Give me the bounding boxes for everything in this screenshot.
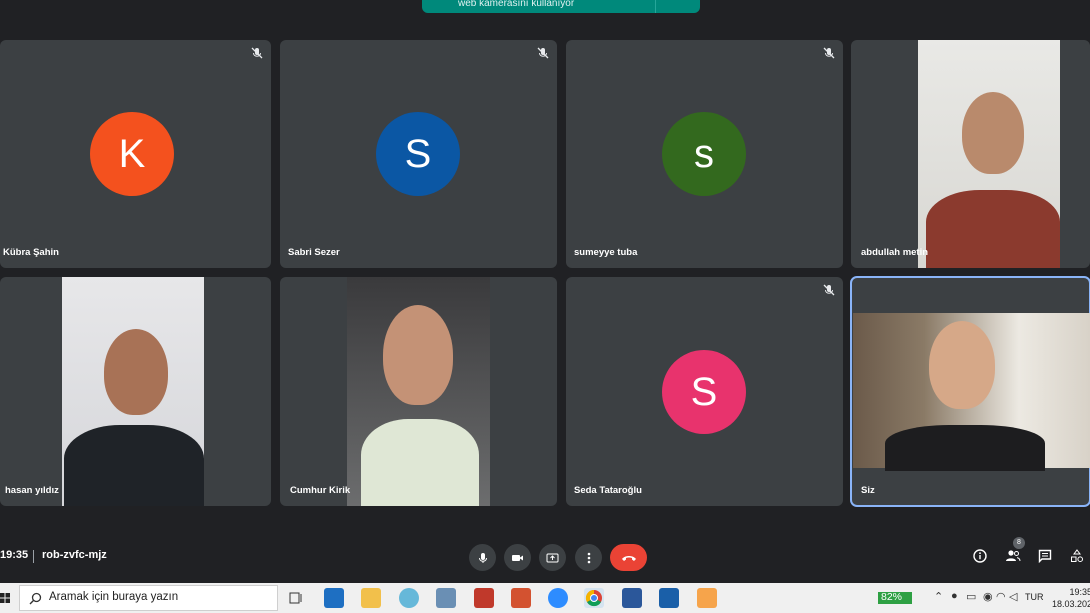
avatar: S (662, 350, 746, 434)
participant-name: Seda Tataroğlu (574, 485, 642, 496)
participant-name: Kübra Şahin (3, 247, 59, 258)
avatar: s (662, 112, 746, 196)
participant-name: Siz (861, 485, 875, 496)
meeting-details-button[interactable] (971, 547, 989, 565)
video-feed (918, 40, 1060, 268)
avatar: K (90, 112, 174, 196)
meeting-controls-bar: 19:35 rob-zvfc-mjz 8 (0, 533, 1090, 583)
mic-off-icon (823, 47, 835, 59)
microphone-button[interactable] (469, 544, 496, 571)
chrome-app[interactable] (584, 588, 604, 608)
search-icon (29, 592, 42, 605)
search-input[interactable] (49, 591, 269, 603)
system-clock[interactable]: 19:35 18.03.202 (1052, 586, 1090, 610)
wifi-icon[interactable]: ◠ (996, 590, 1006, 603)
participant-body (885, 425, 1045, 471)
divider (33, 550, 34, 563)
clock-time: 19:35 (1069, 587, 1090, 597)
taskbar-search-box[interactable] (19, 585, 278, 611)
store-app[interactable] (324, 588, 344, 608)
clock-date: 18.03.202 (1052, 599, 1090, 609)
camera-button[interactable] (504, 544, 531, 571)
participant-tile[interactable]: hasan yıldız (0, 277, 271, 506)
participant-name: Sabri Sezer (288, 247, 340, 258)
volume-icon[interactable]: ◁ (1009, 590, 1017, 603)
participant-face (929, 321, 995, 409)
microphone-tray-icon[interactable]: ● (951, 590, 958, 602)
camera-icon (512, 554, 523, 561)
more-vert-icon (587, 552, 590, 563)
meeting-code: rob-zvfc-mjz (42, 549, 107, 561)
end-call-icon (621, 555, 636, 561)
participant-tile[interactable]: S Sabri Sezer (280, 40, 557, 268)
word-app[interactable] (622, 588, 642, 608)
video-feed (853, 313, 1090, 471)
language-indicator[interactable]: TUR (1025, 592, 1044, 602)
participant-name: hasan yıldız (5, 485, 59, 496)
participant-body (926, 190, 1060, 268)
windows-taskbar: 82% ⌃ ● ▭ ◉ ◠ ◁ TUR 19:35 18.03.202 (0, 583, 1090, 613)
participant-tile[interactable]: s sumeyye tuba (566, 40, 843, 268)
zoom-app[interactable] (548, 588, 568, 608)
task-view-button[interactable] (286, 588, 306, 608)
microphone-icon (478, 552, 487, 563)
participant-tile[interactable]: Cumhur Kirik (280, 277, 557, 506)
start-button[interactable] (0, 583, 18, 613)
activities-button[interactable] (1068, 547, 1086, 565)
banner-divider (655, 0, 656, 13)
participant-tile[interactable]: S Seda Tataroğlu (566, 277, 843, 506)
avatar: S (376, 112, 460, 196)
participant-name: abdullah metin (861, 247, 929, 258)
participant-count-badge: 8 (1013, 537, 1025, 549)
zip-app[interactable] (474, 588, 494, 608)
people-icon (1006, 550, 1021, 562)
participants-button[interactable] (1004, 547, 1022, 565)
participant-body (361, 419, 479, 506)
chevron-up-icon[interactable]: ⌃ (934, 590, 943, 603)
participant-tile[interactable]: K Kübra Şahin (0, 40, 271, 268)
meeting-time: 19:35 (0, 549, 29, 561)
go-app[interactable] (659, 588, 679, 608)
windows-logo-icon (0, 593, 10, 603)
present-screen-icon (546, 553, 559, 562)
shield-tray-icon[interactable]: ◉ (983, 590, 993, 603)
chrome-icon (585, 589, 602, 607)
task-view-icon (289, 592, 302, 604)
participant-face (104, 329, 168, 415)
video-feed (62, 277, 204, 506)
powerpoint-app[interactable] (511, 588, 531, 608)
network-app[interactable] (399, 588, 419, 608)
self-tile[interactable]: Siz (850, 276, 1090, 507)
printer-app[interactable] (436, 588, 456, 608)
network-tray-icon[interactable]: ▭ (966, 590, 976, 603)
camera-in-use-banner: web kamerasını kullanıyor (422, 0, 700, 13)
chat-icon (1038, 549, 1052, 563)
file-explorer-app[interactable] (361, 588, 381, 608)
mic-off-icon (823, 284, 835, 296)
edge-app[interactable] (697, 588, 717, 608)
participant-name: sumeyye tuba (574, 247, 638, 258)
video-feed (347, 277, 490, 506)
more-options-button[interactable] (575, 544, 602, 571)
participant-face (962, 92, 1024, 174)
chat-button[interactable] (1036, 547, 1054, 565)
present-screen-button[interactable] (539, 544, 566, 571)
info-icon (973, 549, 987, 563)
participant-face (383, 305, 453, 405)
battery-percent: 82% (881, 591, 903, 603)
mic-off-icon (537, 47, 549, 59)
mic-off-icon (251, 47, 263, 59)
banner-text: web kamerasını kullanıyor (458, 0, 575, 9)
participant-name: Cumhur Kirik (290, 485, 351, 496)
participant-tile[interactable]: abdullah metin (851, 40, 1090, 268)
activities-icon (1071, 549, 1083, 562)
end-call-button[interactable] (610, 544, 647, 571)
participant-body (64, 425, 204, 506)
